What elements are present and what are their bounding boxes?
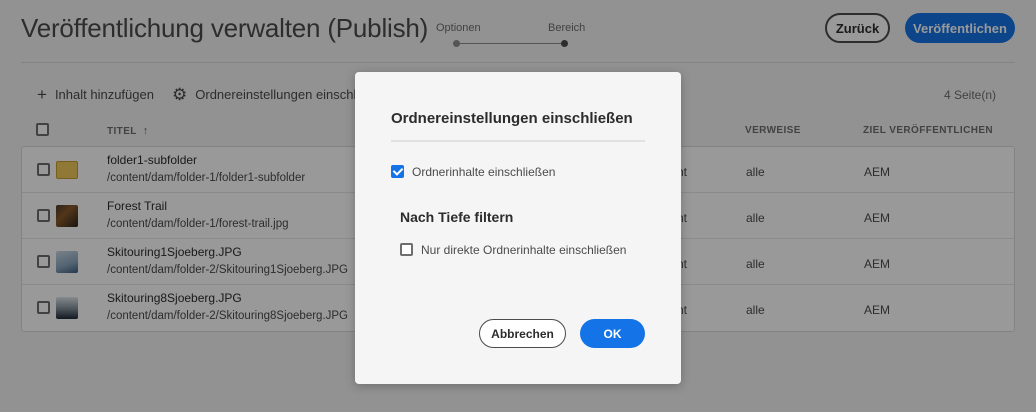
include-folder-contents-label[interactable]: Ordnerinhalte einschließen: [412, 165, 555, 179]
dialog-title: Ordnereinstellungen einschließen: [391, 110, 633, 127]
folder-settings-dialog: Ordnereinstellungen einschließen Ordneri…: [355, 72, 681, 384]
cancel-button[interactable]: Abbrechen: [479, 319, 566, 348]
include-folder-contents-checkbox[interactable]: [391, 165, 404, 178]
depth-filter-heading: Nach Tiefe filtern: [400, 209, 514, 225]
direct-contents-only-label[interactable]: Nur direkte Ordnerinhalte einschließen: [421, 243, 626, 257]
ok-button[interactable]: OK: [580, 319, 645, 348]
dialog-divider: [391, 140, 645, 142]
direct-contents-only-checkbox[interactable]: [400, 243, 413, 256]
